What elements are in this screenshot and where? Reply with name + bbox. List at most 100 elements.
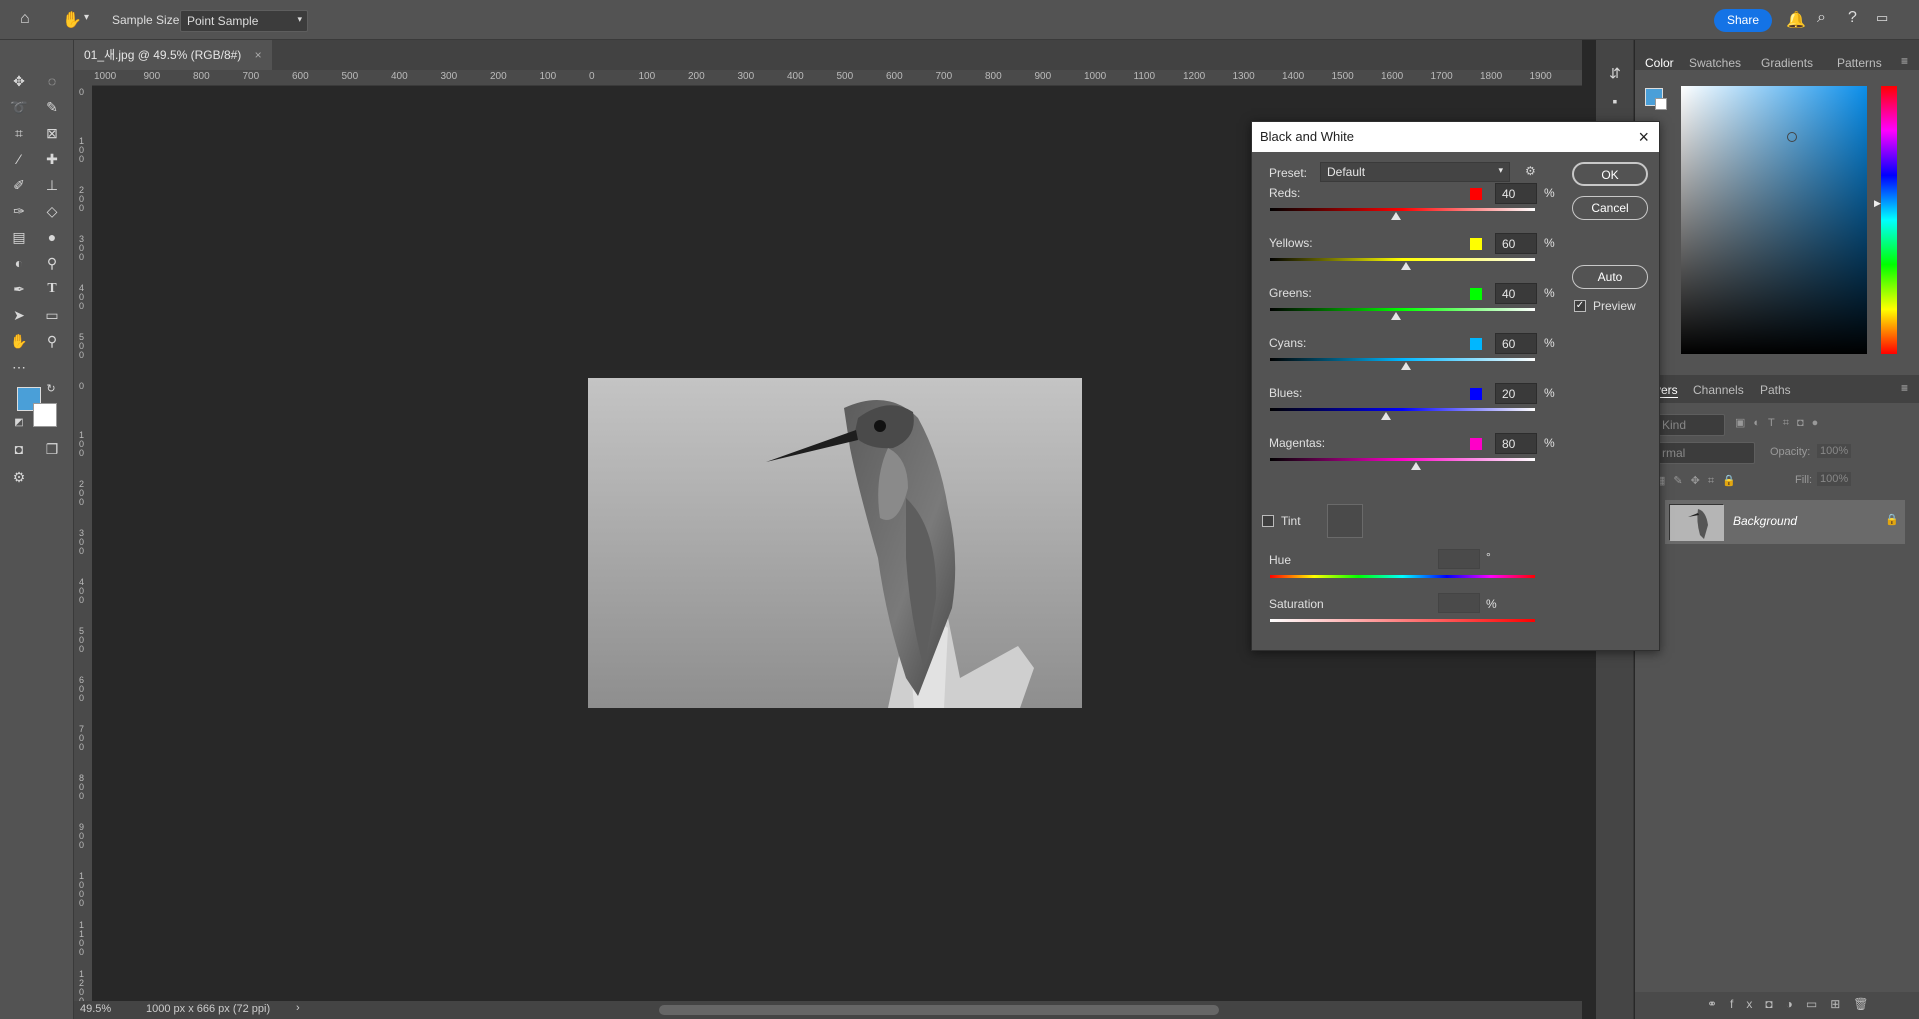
tab-swatches[interactable]: Swatches bbox=[1689, 56, 1741, 70]
channel-slider-thumb[interactable] bbox=[1401, 362, 1412, 370]
filter-kind-select[interactable]: Kind bbox=[1655, 414, 1725, 436]
gradient-tool-icon[interactable]: ▤ bbox=[8, 226, 30, 248]
swap-colors-icon[interactable]: ↻ bbox=[44, 382, 58, 396]
channel-slider-thumb[interactable] bbox=[1381, 412, 1392, 420]
rectangle-tool-icon[interactable]: ▭ bbox=[41, 304, 63, 326]
workspace-icon[interactable]: ▭ bbox=[1876, 10, 1888, 26]
zoom-lens-icon[interactable]: ⚲ bbox=[41, 252, 63, 274]
stamp-tool-icon[interactable]: ⊥ bbox=[41, 174, 63, 196]
dodge-tool-icon[interactable]: ◐ bbox=[8, 252, 30, 274]
help-icon[interactable]: ? bbox=[1848, 9, 1857, 27]
move-tool-icon[interactable]: ✥ bbox=[8, 70, 30, 92]
opacity-value[interactable]: 100% bbox=[1817, 444, 1852, 458]
background-color-swatch[interactable] bbox=[1655, 98, 1667, 110]
path-select-icon[interactable]: ➤ bbox=[8, 304, 30, 326]
healing-tool-icon[interactable]: ✚ bbox=[41, 148, 63, 170]
sample-size-select[interactable]: Point Sample ▾ bbox=[180, 10, 308, 32]
preview-checkbox[interactable]: ✓ bbox=[1574, 300, 1586, 312]
channel-slider-thumb[interactable] bbox=[1411, 462, 1422, 470]
tab-paths[interactable]: Paths bbox=[1760, 383, 1791, 397]
share-button[interactable]: Share bbox=[1714, 9, 1772, 32]
chevron-down-icon[interactable]: ▾ bbox=[84, 12, 89, 23]
document-tab[interactable]: 01_새.jpg @ 49.5% (RGB/8#) × bbox=[74, 40, 272, 70]
marquee-tool-icon[interactable]: ◌ bbox=[41, 70, 63, 92]
edit-toolbar-icon[interactable]: ⚙ bbox=[8, 466, 30, 488]
fill-value[interactable]: 100% bbox=[1817, 472, 1852, 486]
lasso-tool-icon[interactable]: ➰ bbox=[8, 96, 30, 118]
quick-mask-icon[interactable]: ◘ bbox=[8, 438, 30, 460]
channel-slider-track[interactable] bbox=[1270, 308, 1535, 311]
tab-gradients[interactable]: Gradients bbox=[1761, 56, 1813, 70]
panel-menu-icon[interactable]: ≡ bbox=[1901, 381, 1908, 395]
saturation-input[interactable] bbox=[1438, 593, 1480, 613]
search-icon[interactable]: ⌕ bbox=[1817, 9, 1826, 27]
channel-slider-track[interactable] bbox=[1270, 458, 1535, 461]
preset-select[interactable]: Default ▾ bbox=[1320, 162, 1510, 182]
channel-value-input[interactable]: 20 bbox=[1495, 383, 1537, 404]
more-tools-icon[interactable]: ⋯ bbox=[8, 356, 30, 378]
default-colors-icon[interactable]: ◩ bbox=[12, 416, 26, 430]
hand-tool-icon[interactable]: ✋ bbox=[62, 10, 82, 30]
hue-slider-handle[interactable]: ▶ bbox=[1874, 198, 1881, 209]
hand-tool-icon[interactable]: ✋ bbox=[8, 330, 30, 352]
color-picker-field[interactable] bbox=[1681, 86, 1867, 354]
color-picker-cursor[interactable] bbox=[1787, 132, 1797, 142]
bell-icon[interactable]: 🔔 bbox=[1786, 10, 1806, 30]
tab-color[interactable]: Color bbox=[1645, 56, 1674, 70]
type-tool-icon[interactable]: T bbox=[41, 278, 63, 300]
frame-tool-icon[interactable]: ⊠ bbox=[41, 122, 63, 144]
channel-value-input[interactable]: 60 bbox=[1495, 333, 1537, 354]
ok-button[interactable]: OK bbox=[1572, 162, 1648, 186]
pen-tool-icon[interactable]: ✒ bbox=[8, 278, 30, 300]
cancel-button[interactable]: Cancel bbox=[1572, 196, 1648, 220]
channel-slider-track[interactable] bbox=[1270, 358, 1535, 361]
layer-filter-icons[interactable]: ▣◐T⌗◘● bbox=[1735, 416, 1826, 430]
close-icon[interactable]: × bbox=[1638, 122, 1649, 152]
eraser-tool-icon[interactable]: ◇ bbox=[41, 200, 63, 222]
hue-slider[interactable] bbox=[1881, 86, 1897, 354]
document-info[interactable]: 1000 px x 666 px (72 ppi) bbox=[146, 1003, 270, 1015]
channel-value-input[interactable]: 60 bbox=[1495, 233, 1537, 254]
home-icon[interactable]: ⌂ bbox=[20, 10, 30, 28]
screen-mode-icon[interactable]: ❐ bbox=[41, 438, 63, 460]
channel-slider-track[interactable] bbox=[1270, 408, 1535, 411]
channel-slider-thumb[interactable] bbox=[1391, 212, 1402, 220]
zoom-level[interactable]: 49.5% bbox=[80, 1003, 111, 1015]
channel-slider-thumb[interactable] bbox=[1391, 312, 1402, 320]
horizontal-scrollbar[interactable] bbox=[659, 1005, 1219, 1015]
tab-channels[interactable]: Channels bbox=[1693, 383, 1744, 397]
layer-actions-icons[interactable]: ⚭fx◘◑▭⊞🗑 bbox=[1707, 997, 1882, 1011]
blur-tool-icon[interactable]: ● bbox=[41, 226, 63, 248]
hue-slider-track[interactable] bbox=[1270, 575, 1535, 578]
channel-value-input[interactable]: 40 bbox=[1495, 283, 1537, 304]
gear-icon[interactable]: ⚙ bbox=[1525, 164, 1536, 178]
channel-slider-track[interactable] bbox=[1270, 258, 1535, 261]
brush-tool-icon[interactable]: ✐ bbox=[8, 174, 30, 196]
history-brush-icon[interactable]: ✑ bbox=[8, 200, 30, 222]
hue-input[interactable] bbox=[1438, 549, 1480, 569]
background-color[interactable] bbox=[33, 403, 57, 427]
document-image[interactable] bbox=[588, 378, 1082, 708]
auto-button[interactable]: Auto bbox=[1572, 265, 1648, 289]
layer-name[interactable]: Background bbox=[1733, 514, 1797, 528]
dialog-titlebar[interactable]: Black and White × bbox=[1252, 122, 1659, 152]
tint-checkbox[interactable] bbox=[1262, 515, 1274, 527]
tab-patterns[interactable]: Patterns bbox=[1837, 56, 1882, 70]
channel-slider-track[interactable] bbox=[1270, 208, 1535, 211]
zoom-tool-icon[interactable]: ⚲ bbox=[41, 330, 63, 352]
panel-menu-icon[interactable]: ≡ bbox=[1901, 54, 1908, 68]
lock-icons[interactable]: ▦✎✥⌗🔒 bbox=[1655, 474, 1744, 488]
channel-value-input[interactable]: 40 bbox=[1495, 183, 1537, 204]
crop-tool-icon[interactable]: ⌗ bbox=[8, 122, 30, 144]
layer-row-background[interactable]: Background 🔒 bbox=[1665, 500, 1905, 544]
tint-color-swatch[interactable] bbox=[1327, 504, 1363, 538]
comments-panel-icon[interactable]: ▪ bbox=[1604, 90, 1626, 112]
eyedropper-tool-icon[interactable]: ⁄ bbox=[8, 148, 30, 170]
channel-value-input[interactable]: 80 bbox=[1495, 433, 1537, 454]
history-panel-icon[interactable]: ⇵ bbox=[1604, 62, 1626, 84]
blend-mode-select[interactable]: rmal bbox=[1655, 442, 1755, 464]
quick-select-tool-icon[interactable]: ✎ bbox=[41, 96, 63, 118]
close-tab-icon[interactable]: × bbox=[255, 48, 262, 62]
channel-slider-thumb[interactable] bbox=[1401, 262, 1412, 270]
chevron-right-icon[interactable]: › bbox=[296, 1002, 300, 1014]
